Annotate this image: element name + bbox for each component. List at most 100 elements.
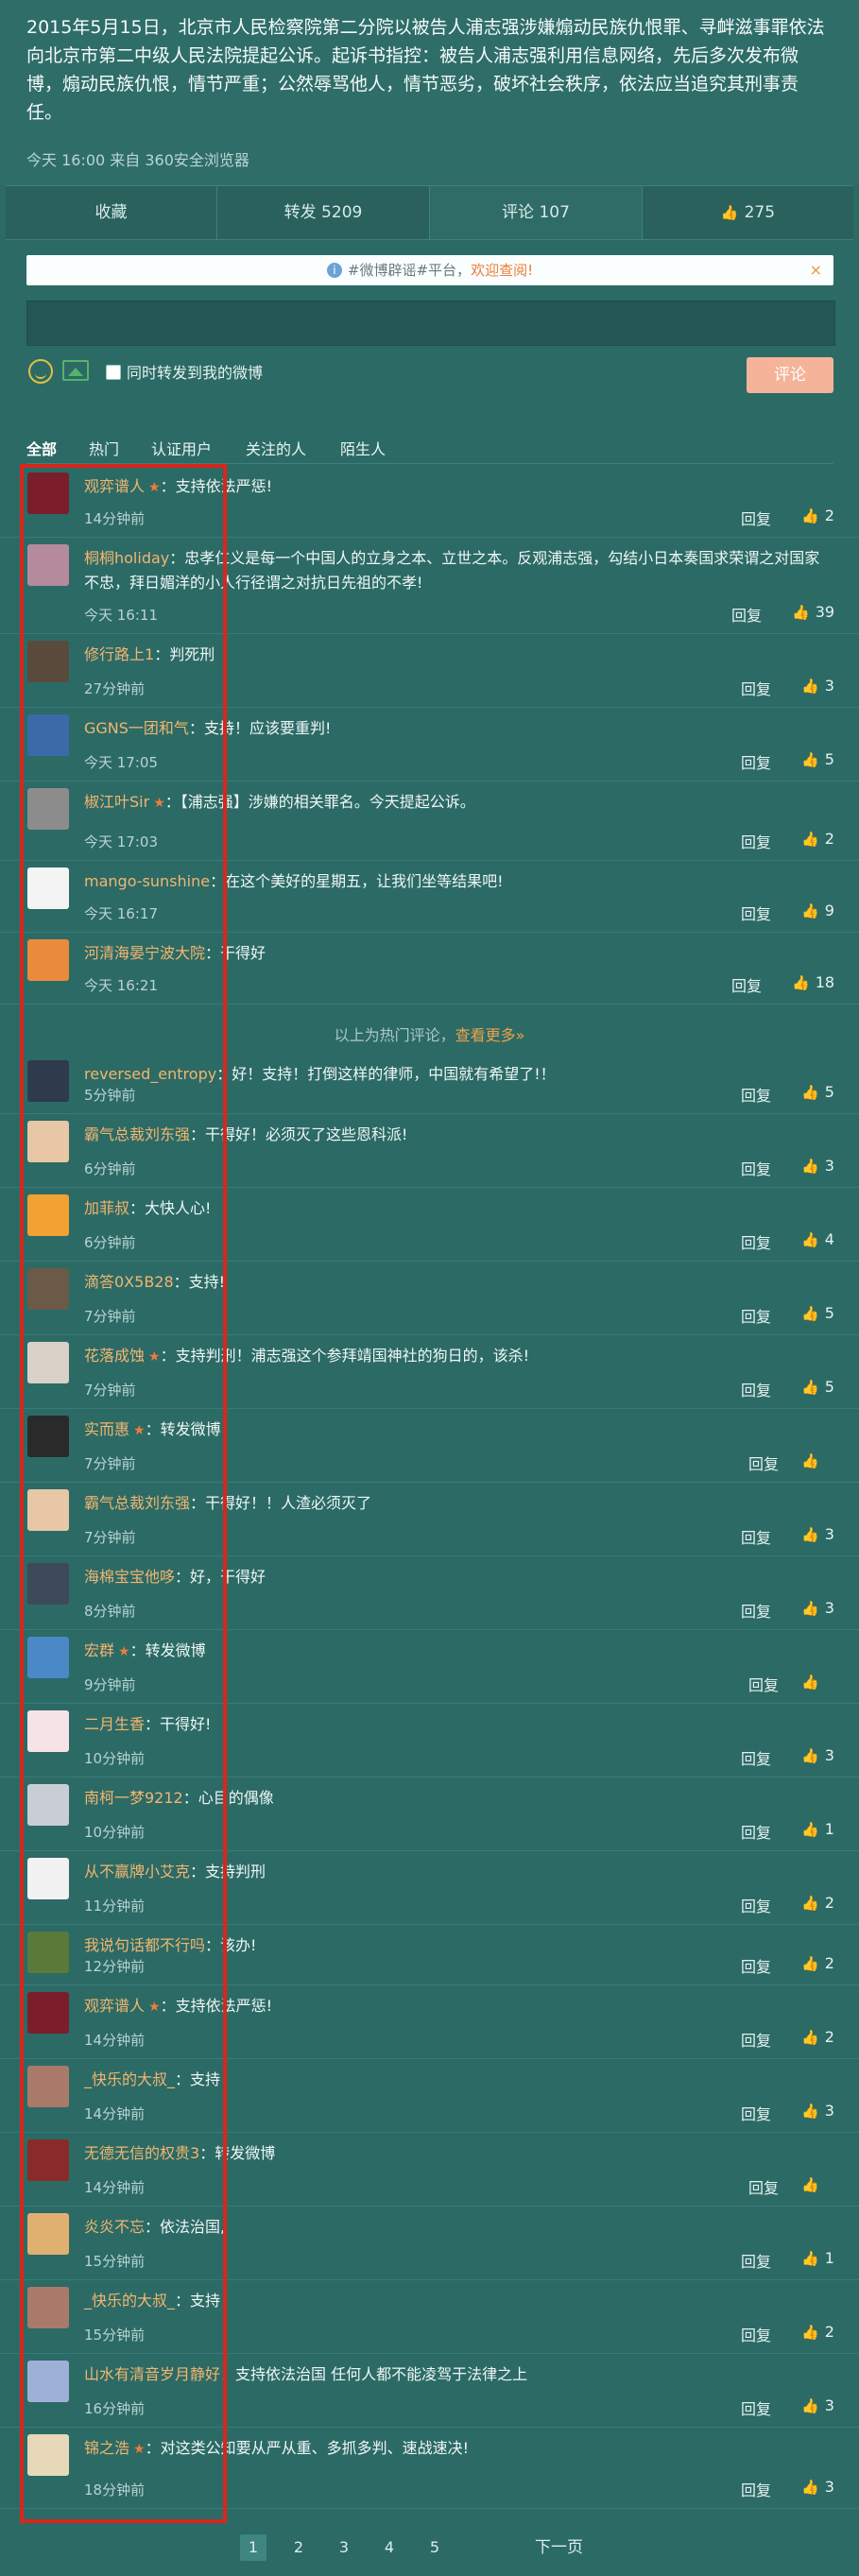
thumb-up-icon: 👍 — [801, 831, 819, 848]
comment-like-button[interactable]: 👍 3 — [801, 1599, 834, 1617]
comment-like-count: 3 — [824, 1525, 834, 1543]
reply-button[interactable]: 回复 — [741, 2478, 771, 2500]
filter-all[interactable]: 全部 — [26, 437, 57, 459]
emoji-icon[interactable] — [28, 359, 53, 384]
reply-button[interactable]: 回复 — [741, 507, 771, 529]
reply-button[interactable]: 回复 — [741, 830, 771, 852]
comment-like-button[interactable]: 👍 2 — [801, 1954, 834, 1972]
like-button[interactable]: 👍 275 — [643, 186, 853, 239]
reply-button[interactable]: 回复 — [741, 750, 771, 773]
comment-like-count: 18 — [815, 973, 835, 991]
comment-like-button[interactable]: 👍 2 — [801, 2323, 834, 2341]
reply-button[interactable]: 回复 — [741, 2028, 771, 2051]
reply-button[interactable]: 回复 — [748, 1451, 779, 1474]
comment-like-button[interactable]: 👍 2 — [801, 507, 834, 524]
image-icon[interactable] — [62, 360, 89, 381]
reply-button[interactable]: 回复 — [741, 2102, 771, 2124]
page-5[interactable]: 5 — [421, 2534, 448, 2561]
comment-like-button[interactable]: 👍 3 — [801, 1157, 834, 1175]
thumb-up-icon: 👍 — [801, 1158, 819, 1175]
comment-like-button[interactable]: 👍 2 — [801, 830, 834, 848]
comment-like-count: 5 — [824, 1304, 834, 1322]
filter-following[interactable]: 关注的人 — [246, 437, 306, 459]
reply-button[interactable]: 回复 — [741, 677, 771, 699]
page-3[interactable]: 3 — [331, 2534, 357, 2561]
reply-button[interactable]: 回复 — [741, 1599, 771, 1622]
thumb-up-icon: 👍 — [801, 2176, 819, 2193]
reply-button[interactable]: 回复 — [741, 1820, 771, 1843]
filter-verified[interactable]: 认证用户 — [151, 437, 212, 459]
comment-like-count: 1 — [824, 1820, 834, 1838]
favorite-button[interactable]: 收藏 — [6, 186, 217, 239]
next-page-button[interactable]: 下一页 — [535, 2534, 583, 2561]
notice-text: #微博辟谣#平台， — [347, 262, 472, 279]
filter-strangers[interactable]: 陌生人 — [340, 437, 386, 459]
page-1[interactable]: 1 — [240, 2534, 266, 2561]
forward-button[interactable]: 转发 5209 — [217, 186, 430, 239]
comment-like-button[interactable]: 👍 3 — [801, 2478, 834, 2496]
comment-like-button[interactable]: 👍 3 — [801, 1525, 834, 1543]
comment-like-button[interactable]: 👍 3 — [801, 2102, 834, 2120]
comment-like-button[interactable]: 👍 18 — [792, 973, 834, 991]
comment-like-count: 2 — [824, 2323, 834, 2341]
comment-like-button[interactable]: 👍 2 — [801, 2028, 834, 2046]
comment-like-count: 5 — [824, 750, 834, 768]
reply-button[interactable]: 回复 — [741, 1525, 771, 1548]
reply-button[interactable]: 回复 — [748, 2175, 779, 2198]
comment-like-count: 3 — [824, 1746, 834, 1764]
comment-like-button[interactable]: 👍 2 — [801, 1894, 834, 1912]
reply-button[interactable]: 回复 — [731, 603, 762, 626]
submit-comment-button[interactable]: 评论 — [747, 357, 833, 393]
reply-button[interactable]: 回复 — [741, 1378, 771, 1400]
reply-button[interactable]: 回复 — [741, 1746, 771, 1769]
comment-like-button[interactable]: 👍 5 — [801, 1304, 834, 1322]
reply-button[interactable]: 回复 — [741, 902, 771, 924]
reply-button[interactable]: 回复 — [741, 2323, 771, 2345]
comment-like-count: 3 — [824, 677, 834, 695]
thumb-up-icon: 👍 — [801, 2397, 819, 2414]
see-more-link[interactable]: 查看更多» — [455, 1026, 525, 1044]
comment-like-button[interactable]: 👍 — [801, 2175, 825, 2193]
comment-like-button[interactable]: 👍 4 — [801, 1230, 834, 1248]
info-icon: i — [326, 263, 342, 278]
reply-button[interactable]: 回复 — [741, 1894, 771, 1916]
reply-button[interactable]: 回复 — [741, 1083, 771, 1106]
comment-like-button[interactable]: 👍 3 — [801, 1746, 834, 1764]
comment-like-button[interactable]: 👍 3 — [801, 2396, 834, 2414]
comment-like-button[interactable]: 👍 5 — [801, 1378, 834, 1396]
comment-like-button[interactable]: 👍 3 — [801, 677, 834, 695]
comment-tab-button[interactable]: 评论 107 — [430, 186, 643, 239]
comment-like-button[interactable]: 👍 — [801, 1673, 825, 1691]
reply-button[interactable]: 回复 — [741, 1954, 771, 1977]
thumb-up-icon: 👍 — [801, 1084, 819, 1101]
notice-link[interactable]: 欢迎查阅! — [471, 262, 533, 279]
comment-like-button[interactable]: 👍 39 — [792, 603, 834, 621]
like-count: 275 — [744, 203, 776, 222]
thumb-up-icon: 👍 — [801, 902, 819, 919]
comment-like-button[interactable]: 👍 1 — [801, 1820, 834, 1838]
thumb-up-icon: 👍 — [801, 2103, 819, 2120]
comment-like-button[interactable]: 👍 5 — [801, 1083, 834, 1101]
comment-like-button[interactable]: 👍 9 — [801, 902, 834, 919]
comment-like-button[interactable]: 👍 1 — [801, 2249, 834, 2267]
thumb-up-icon: 👍 — [801, 507, 819, 524]
reply-button[interactable]: 回复 — [741, 1304, 771, 1327]
page-4[interactable]: 4 — [376, 2534, 403, 2561]
reply-button[interactable]: 回复 — [741, 1157, 771, 1179]
comment-like-button[interactable]: 👍 — [801, 1451, 825, 1469]
page-2[interactable]: 2 — [285, 2534, 312, 2561]
thumb-up-icon: 👍 — [792, 974, 810, 991]
forward-checkbox[interactable] — [106, 365, 121, 380]
reply-button[interactable]: 回复 — [741, 2396, 771, 2419]
filter-hot[interactable]: 热门 — [89, 437, 119, 459]
reply-button[interactable]: 回复 — [748, 1673, 779, 1695]
reply-button[interactable]: 回复 — [741, 2249, 771, 2272]
thumb-up-icon: 👍 — [801, 1231, 819, 1248]
comment-input[interactable] — [26, 301, 835, 346]
comment-like-button[interactable]: 👍 5 — [801, 750, 834, 768]
reply-button[interactable]: 回复 — [741, 1230, 771, 1253]
close-icon[interactable]: × — [810, 255, 822, 285]
comment-like-count: 1 — [824, 2249, 834, 2267]
reply-button[interactable]: 回复 — [731, 973, 762, 996]
thumb-up-icon: 👍 — [801, 751, 819, 768]
